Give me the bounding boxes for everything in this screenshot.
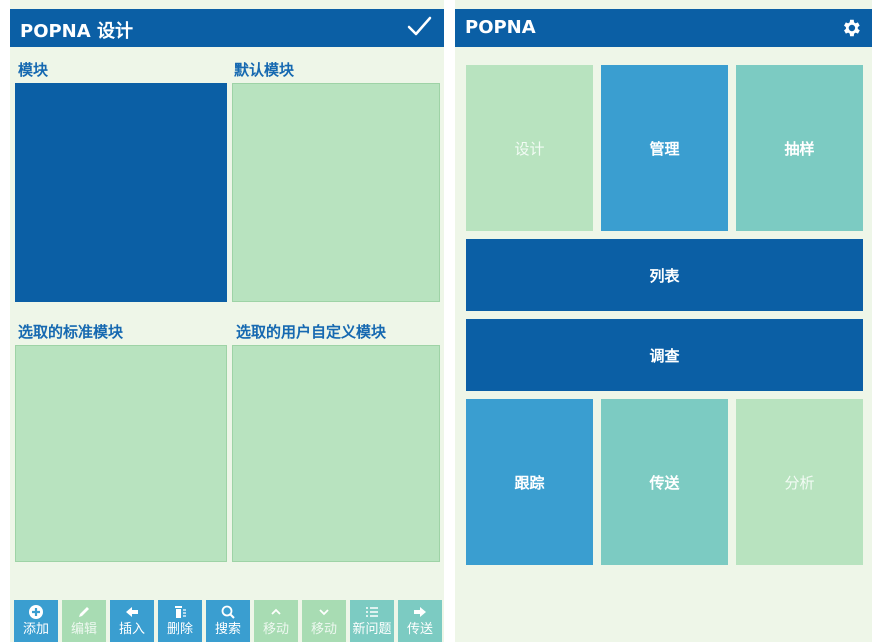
move-down-button[interactable]: 移动 <box>302 600 346 642</box>
move-up-button[interactable]: 移动 <box>254 600 298 642</box>
home-screen: POPNA 设计 管理 抽样 列表 调查 跟踪 传送 分析 <box>455 0 872 642</box>
edit-button[interactable]: 编辑 <box>62 600 106 642</box>
chevron-down-icon <box>302 600 346 622</box>
design-screen: POPNA 设计 模块 默认模块 选取的标准模块 选取的用户自定义模块 添加 编… <box>10 0 444 642</box>
insert-button[interactable]: 插入 <box>110 600 154 642</box>
add-button[interactable]: 添加 <box>14 600 58 642</box>
pencil-icon <box>62 600 106 622</box>
arrow-left-icon <box>110 600 154 622</box>
modules-list[interactable] <box>15 83 227 302</box>
selected-custom-label: 选取的用户自定义模块 <box>236 323 387 341</box>
tile-analysis[interactable]: 分析 <box>736 399 863 565</box>
tile-survey[interactable]: 调查 <box>466 319 863 391</box>
tile-tracking[interactable]: 跟踪 <box>466 399 593 565</box>
default-modules-list[interactable] <box>232 83 440 302</box>
home-app-bar: POPNA <box>455 9 872 47</box>
design-app-bar: POPNA 设计 <box>10 9 444 47</box>
new-question-button[interactable]: 新问题 <box>350 600 394 642</box>
tile-manage[interactable]: 管理 <box>601 65 728 231</box>
chevron-up-icon <box>254 600 298 622</box>
bottom-toolbar: 添加 编辑 插入 删除 搜索 移动 移动 新问题 传送 <box>14 600 444 642</box>
plus-circle-icon <box>14 600 58 622</box>
selected-standard-list[interactable] <box>15 345 227 562</box>
send-button[interactable]: 传送 <box>398 600 442 642</box>
delete-button[interactable]: 删除 <box>158 600 202 642</box>
list-icon <box>350 600 394 622</box>
search-icon <box>206 600 250 622</box>
default-modules-label: 默认模块 <box>234 61 295 79</box>
gear-icon[interactable] <box>840 17 862 39</box>
search-button[interactable]: 搜索 <box>206 600 250 642</box>
selected-custom-list[interactable] <box>232 345 440 562</box>
check-icon[interactable] <box>406 13 432 39</box>
design-title: POPNA 设计 <box>20 21 133 42</box>
tile-design[interactable]: 设计 <box>466 65 593 231</box>
tile-sampling[interactable]: 抽样 <box>736 65 863 231</box>
arrow-right-icon <box>398 600 442 622</box>
modules-label: 模块 <box>18 61 49 79</box>
tile-transfer[interactable]: 传送 <box>601 399 728 565</box>
home-title: POPNA <box>465 17 536 38</box>
selected-standard-label: 选取的标准模块 <box>18 323 124 341</box>
trash-icon <box>158 600 202 622</box>
tile-list[interactable]: 列表 <box>466 239 863 311</box>
